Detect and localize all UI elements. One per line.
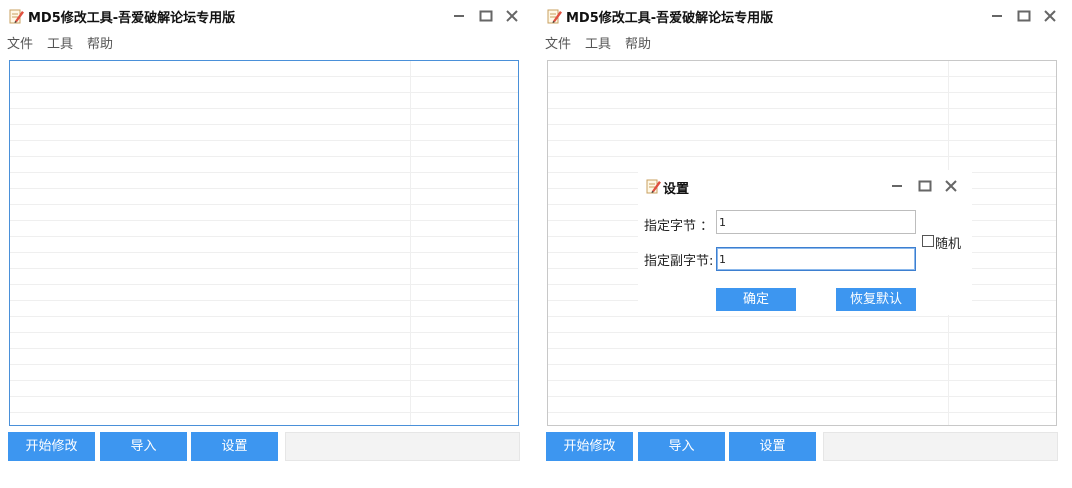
list-row[interactable] — [10, 93, 518, 109]
list-row[interactable] — [10, 269, 518, 285]
random-checkbox[interactable] — [922, 235, 934, 247]
list-row[interactable] — [10, 285, 518, 301]
menu-file[interactable]: 文件 — [545, 33, 571, 52]
notepad-pencil-icon — [547, 9, 562, 24]
settings-button[interactable]: 设置 — [729, 432, 816, 461]
list-row[interactable] — [10, 317, 518, 333]
close-icon[interactable] — [503, 7, 521, 25]
main-window-left: MD5修改工具-吾爱破解论坛专用版 文件 工具 帮助 开始修改 导入 设置 — [0, 0, 530, 488]
column-divider — [410, 61, 411, 425]
menu-file[interactable]: 文件 — [7, 33, 33, 52]
list-row[interactable] — [548, 93, 1056, 109]
list-row[interactable] — [548, 317, 1056, 333]
title-bar: MD5修改工具-吾爱破解论坛专用版 — [0, 0, 530, 32]
list-row[interactable] — [548, 61, 1056, 77]
random-label[interactable]: 随机 — [935, 233, 961, 252]
list-row[interactable] — [548, 141, 1056, 157]
list-row[interactable] — [10, 333, 518, 349]
list-row[interactable] — [548, 125, 1056, 141]
title-bar: MD5修改工具-吾爱破解论坛专用版 — [538, 0, 1068, 32]
list-row[interactable] — [10, 125, 518, 141]
list-row[interactable] — [10, 173, 518, 189]
list-row[interactable] — [10, 381, 518, 397]
settings-dialog: 设置 指定字节 ： 指定副字节: 随机 确定 恢复默认 — [638, 170, 972, 315]
close-icon[interactable] — [942, 177, 960, 195]
start-modify-button[interactable]: 开始修改 — [546, 432, 633, 461]
import-button[interactable]: 导入 — [100, 432, 187, 461]
list-row[interactable] — [10, 157, 518, 173]
file-list[interactable] — [9, 60, 519, 426]
list-row[interactable] — [10, 77, 518, 93]
maximize-icon[interactable] — [1015, 7, 1033, 25]
menu-help[interactable]: 帮助 — [625, 33, 651, 52]
byte-input[interactable] — [716, 210, 916, 234]
menu-help[interactable]: 帮助 — [87, 33, 113, 52]
import-button[interactable]: 导入 — [638, 432, 725, 461]
dialog-title: 设置 — [663, 182, 690, 197]
minimize-icon[interactable] — [450, 7, 468, 25]
list-row[interactable] — [548, 349, 1056, 365]
close-icon[interactable] — [1041, 7, 1059, 25]
list-row[interactable] — [10, 397, 518, 413]
ok-button[interactable]: 确定 — [716, 288, 796, 311]
list-row[interactable] — [548, 77, 1056, 93]
list-row[interactable] — [10, 189, 518, 205]
status-box — [823, 432, 1058, 461]
list-row[interactable] — [10, 237, 518, 253]
list-row[interactable] — [10, 349, 518, 365]
notepad-pencil-icon — [646, 179, 661, 194]
list-row[interactable] — [548, 333, 1056, 349]
notepad-pencil-icon — [9, 9, 24, 24]
start-modify-button[interactable]: 开始修改 — [8, 432, 95, 461]
list-row[interactable] — [10, 221, 518, 237]
list-row[interactable] — [10, 109, 518, 125]
menu-tools[interactable]: 工具 — [47, 33, 73, 52]
list-row[interactable] — [10, 61, 518, 77]
status-box — [285, 432, 520, 461]
maximize-icon[interactable] — [477, 7, 495, 25]
byte-label: 指定字节 ： — [644, 219, 714, 234]
sub-byte-label: 指定副字节: — [644, 254, 714, 269]
list-row[interactable] — [10, 205, 518, 221]
maximize-icon[interactable] — [916, 177, 934, 195]
list-row[interactable] — [548, 365, 1056, 381]
window-title: MD5修改工具-吾爱破解论坛专用版 — [566, 11, 774, 26]
list-row[interactable] — [548, 413, 1056, 425]
menu-tools[interactable]: 工具 — [585, 33, 611, 52]
restore-default-button[interactable]: 恢复默认 — [836, 288, 916, 311]
minimize-icon[interactable] — [888, 177, 906, 195]
settings-button[interactable]: 设置 — [191, 432, 278, 461]
window-title: MD5修改工具-吾爱破解论坛专用版 — [28, 11, 236, 26]
minimize-icon[interactable] — [988, 7, 1006, 25]
list-row[interactable] — [548, 381, 1056, 397]
list-row[interactable] — [10, 365, 518, 381]
list-row[interactable] — [10, 141, 518, 157]
list-rows — [10, 61, 518, 425]
list-row[interactable] — [10, 253, 518, 269]
list-row[interactable] — [548, 109, 1056, 125]
list-row[interactable] — [548, 397, 1056, 413]
list-row[interactable] — [10, 413, 518, 425]
sub-byte-input[interactable] — [716, 247, 916, 271]
list-row[interactable] — [10, 301, 518, 317]
